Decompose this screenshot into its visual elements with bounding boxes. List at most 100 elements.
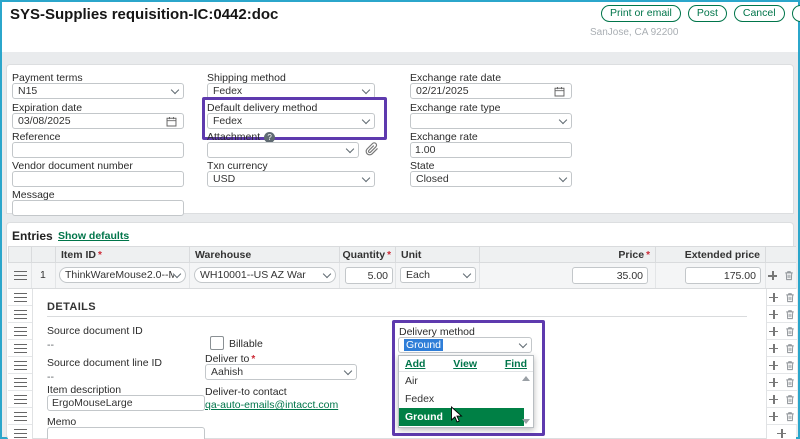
row-number: 1 bbox=[40, 269, 46, 281]
delete-row-icon[interactable] bbox=[784, 376, 796, 389]
required-marker: * bbox=[387, 250, 391, 261]
row-actions bbox=[767, 306, 797, 323]
scroll-down-icon[interactable] bbox=[522, 419, 530, 424]
row-drag-handle[interactable] bbox=[8, 323, 32, 340]
payment-terms-value: N15 bbox=[18, 85, 37, 97]
delete-row-icon[interactable] bbox=[784, 342, 796, 355]
unit-header: Unit bbox=[401, 249, 421, 261]
row1-price-cell bbox=[480, 263, 656, 289]
chevron-down-icon bbox=[323, 269, 331, 277]
message-input[interactable] bbox=[12, 200, 184, 216]
deliver-to-select[interactable]: Aahish bbox=[205, 364, 357, 380]
add-row-icon[interactable] bbox=[768, 309, 779, 320]
row-drag-handle[interactable] bbox=[8, 289, 32, 306]
add-row-icon[interactable] bbox=[768, 411, 779, 422]
header-cell-rownum bbox=[32, 246, 56, 263]
attachment-select[interactable] bbox=[207, 142, 359, 158]
row-drag-handle[interactable] bbox=[8, 374, 32, 391]
payment-terms-select[interactable]: N15 bbox=[12, 83, 184, 99]
warehouse-header: Warehouse bbox=[195, 249, 251, 261]
drag-handle-column bbox=[8, 289, 33, 439]
row1-price-input[interactable] bbox=[572, 267, 648, 284]
deliver-to-contact-link[interactable]: qa-auto-emails@intacct.com bbox=[205, 399, 338, 411]
dropdown-view-link[interactable]: View bbox=[453, 358, 477, 370]
reference-input[interactable] bbox=[12, 142, 184, 158]
add-row-icon[interactable] bbox=[768, 343, 779, 354]
calendar-icon[interactable] bbox=[553, 85, 566, 98]
calendar-icon[interactable] bbox=[165, 115, 178, 128]
cancel-button[interactable]: Cancel bbox=[734, 5, 785, 22]
source-document-id-value: -- bbox=[47, 339, 54, 351]
add-row-icon[interactable] bbox=[768, 360, 779, 371]
scroll-up-icon[interactable] bbox=[522, 376, 530, 381]
dropdown-add-link[interactable]: Add bbox=[405, 358, 425, 370]
source-document-line-id-value: -- bbox=[47, 371, 54, 383]
row-drag-handle[interactable] bbox=[8, 408, 32, 425]
delivery-method-dropdown: Add View Find Air Fedex Ground bbox=[398, 355, 534, 428]
add-row-icon[interactable] bbox=[776, 428, 787, 439]
chevron-down-icon bbox=[173, 269, 181, 277]
row-actions bbox=[767, 357, 797, 374]
add-row-icon[interactable] bbox=[768, 394, 779, 405]
post-button[interactable]: Post bbox=[688, 5, 727, 22]
more-actions-button[interactable]: More action bbox=[792, 5, 800, 22]
delete-row-icon[interactable] bbox=[784, 325, 796, 338]
memo-input[interactable] bbox=[47, 427, 205, 439]
chevron-down-icon bbox=[519, 339, 527, 347]
add-row-icon[interactable] bbox=[768, 326, 779, 337]
delete-row-icon[interactable] bbox=[784, 308, 796, 321]
add-row-icon[interactable] bbox=[768, 292, 779, 303]
exchange-rate-input[interactable] bbox=[410, 142, 572, 158]
row1-warehouse-select[interactable]: WH10001--US AZ War bbox=[194, 267, 336, 283]
default-delivery-method-value: Fedex bbox=[213, 115, 242, 127]
deliver-to-contact-label: Deliver-to contact bbox=[205, 386, 287, 398]
print-or-email-button[interactable]: Print or email bbox=[601, 5, 681, 22]
row1-item-id-value: ThinkWareMouse2.0--M bbox=[65, 269, 174, 281]
row-actions-column bbox=[766, 289, 797, 425]
txn-currency-select[interactable]: USD bbox=[207, 171, 375, 187]
row-actions bbox=[767, 289, 797, 306]
row-drag-handle[interactable] bbox=[8, 425, 32, 439]
row-drag-handle[interactable] bbox=[8, 357, 32, 374]
row-drag-handle[interactable] bbox=[8, 340, 32, 357]
add-row-icon[interactable] bbox=[767, 270, 778, 281]
row1-unit-select[interactable]: Each bbox=[400, 267, 476, 283]
state-value: Closed bbox=[416, 173, 449, 185]
drag-handle-icon bbox=[14, 429, 27, 438]
billable-checkbox[interactable] bbox=[210, 336, 224, 350]
add-row-icon[interactable] bbox=[768, 377, 779, 388]
option-air[interactable]: Air bbox=[399, 372, 524, 390]
row1-quantity-input[interactable] bbox=[345, 267, 393, 284]
row1-bottom-divider bbox=[8, 288, 796, 289]
drag-handle-icon bbox=[14, 344, 27, 353]
vendor-document-number-input[interactable] bbox=[12, 171, 184, 187]
delete-row-icon[interactable] bbox=[784, 393, 796, 406]
row1-extended-price-cell bbox=[656, 263, 766, 289]
expiration-date-field[interactable]: 03/08/2025 bbox=[12, 113, 184, 129]
delivery-method-combobox[interactable]: Ground bbox=[398, 337, 532, 353]
default-delivery-method-select[interactable]: Fedex bbox=[207, 113, 375, 129]
show-defaults-link[interactable]: Show defaults bbox=[58, 230, 129, 242]
row1-drag-cell[interactable] bbox=[8, 263, 32, 289]
entries-title: Entries bbox=[12, 229, 53, 243]
chevron-down-icon bbox=[362, 85, 370, 93]
dropdown-find-link[interactable]: Find bbox=[505, 358, 527, 370]
delete-row-icon[interactable] bbox=[783, 269, 795, 282]
row-drag-handle[interactable] bbox=[8, 306, 32, 323]
exchange-rate-date-field[interactable]: 02/21/2025 bbox=[410, 83, 572, 99]
row1-extended-price-input[interactable] bbox=[685, 267, 761, 284]
drag-handle-icon bbox=[14, 412, 27, 421]
delete-row-icon[interactable] bbox=[784, 410, 796, 423]
delete-row-icon[interactable] bbox=[784, 359, 796, 372]
paperclip-icon[interactable] bbox=[365, 142, 379, 156]
delete-row-icon[interactable] bbox=[784, 291, 796, 304]
state-select[interactable]: Closed bbox=[410, 171, 572, 187]
row-actions bbox=[767, 391, 797, 408]
row-drag-handle[interactable] bbox=[8, 391, 32, 408]
page-title: SYS-Supplies requisition-IC:0442:doc bbox=[10, 6, 278, 23]
exchange-rate-type-select[interactable] bbox=[410, 113, 572, 129]
header-cell-actions bbox=[766, 246, 796, 263]
item-description-input[interactable] bbox=[47, 395, 205, 411]
row-actions bbox=[767, 340, 797, 357]
row1-item-id-select[interactable]: ThinkWareMouse2.0--M bbox=[59, 267, 186, 283]
